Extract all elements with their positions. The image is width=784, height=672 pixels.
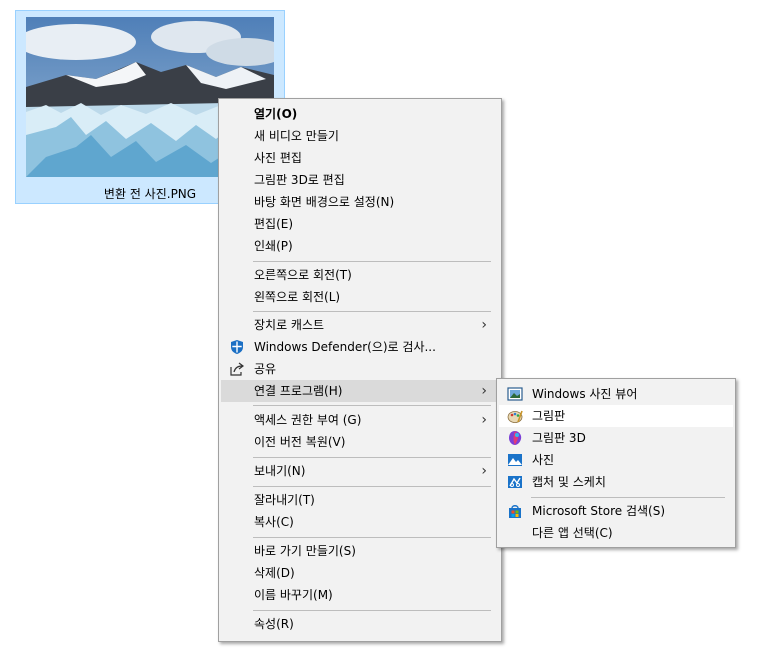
menu-item-send-to[interactable]: 보내기(N) › <box>221 460 499 482</box>
menu-item-cast[interactable]: 장치로 캐스트 › <box>221 314 499 336</box>
submenu-item-photo-viewer[interactable]: Windows 사진 뷰어 <box>499 383 733 405</box>
menu-separator <box>253 311 491 312</box>
menu-item-create-shortcut[interactable]: 바로 가기 만들기(S) <box>221 540 499 562</box>
share-icon <box>230 362 244 376</box>
paint-palette-icon <box>507 410 523 423</box>
store-icon <box>509 505 521 518</box>
menu-item-rotate-right[interactable]: 오른쪽으로 회전(T) <box>221 264 499 286</box>
menu-item-print[interactable]: 인쇄(P) <box>221 235 499 257</box>
menu-item-give-access[interactable]: 액세스 권한 부여 (G) › <box>221 409 499 431</box>
submenu-item-paint3d[interactable]: 그림판 3D <box>499 427 733 449</box>
menu-item-restore-previous[interactable]: 이전 버전 복원(V) <box>221 431 499 453</box>
chevron-right-icon: › <box>481 412 487 428</box>
menu-item-new-video[interactable]: 새 비디오 만들기 <box>221 125 499 147</box>
menu-item-cut[interactable]: 잘라내기(T) <box>221 489 499 511</box>
submenu-separator <box>531 497 725 498</box>
menu-item-defender[interactable]: Windows Defender(으)로 검사... <box>221 336 499 358</box>
paint3d-icon <box>509 431 522 445</box>
menu-item-share[interactable]: 공유 <box>221 358 499 380</box>
menu-item-delete[interactable]: 삭제(D) <box>221 562 499 584</box>
context-menu: 열기(O) 새 비디오 만들기 사진 편집 그림판 3D로 편집 바탕 화면 배… <box>218 98 502 642</box>
menu-separator <box>253 261 491 262</box>
menu-item-set-wallpaper[interactable]: 바탕 화면 배경으로 설정(N) <box>221 191 499 213</box>
menu-item-edit[interactable]: 편집(E) <box>221 213 499 235</box>
menu-separator <box>253 486 491 487</box>
menu-separator <box>253 610 491 611</box>
menu-item-open-with[interactable]: 연결 프로그램(H) › <box>221 380 499 402</box>
snip-sketch-icon <box>508 476 522 488</box>
menu-separator <box>253 405 491 406</box>
shield-icon <box>231 340 243 354</box>
submenu-item-store-search[interactable]: Microsoft Store 검색(S) <box>499 500 733 522</box>
submenu-item-paint[interactable]: 그림판 <box>499 405 733 427</box>
menu-item-properties[interactable]: 속성(R) <box>221 613 499 635</box>
menu-item-copy[interactable]: 복사(C) <box>221 511 499 533</box>
chevron-right-icon: › <box>481 463 487 479</box>
menu-separator <box>253 537 491 538</box>
photo-viewer-icon <box>507 387 523 401</box>
chevron-right-icon: › <box>481 317 487 333</box>
open-with-submenu: Windows 사진 뷰어 그림판 그림판 3D 사진 캡처 및 스케치 Mic… <box>496 378 736 548</box>
submenu-item-snip-sketch[interactable]: 캡처 및 스케치 <box>499 471 733 493</box>
photos-icon <box>508 454 522 466</box>
chevron-right-icon: › <box>481 383 487 399</box>
menu-item-rename[interactable]: 이름 바꾸기(M) <box>221 584 499 606</box>
menu-item-rotate-left[interactable]: 왼쪽으로 회전(L) <box>221 286 499 308</box>
menu-item-edit-photo[interactable]: 사진 편집 <box>221 147 499 169</box>
menu-separator <box>253 457 491 458</box>
submenu-item-choose-other[interactable]: 다른 앱 선택(C) <box>499 522 733 544</box>
menu-item-paint3d-edit[interactable]: 그림판 3D로 편집 <box>221 169 499 191</box>
submenu-item-photos[interactable]: 사진 <box>499 449 733 471</box>
menu-item-open[interactable]: 열기(O) <box>221 103 499 125</box>
